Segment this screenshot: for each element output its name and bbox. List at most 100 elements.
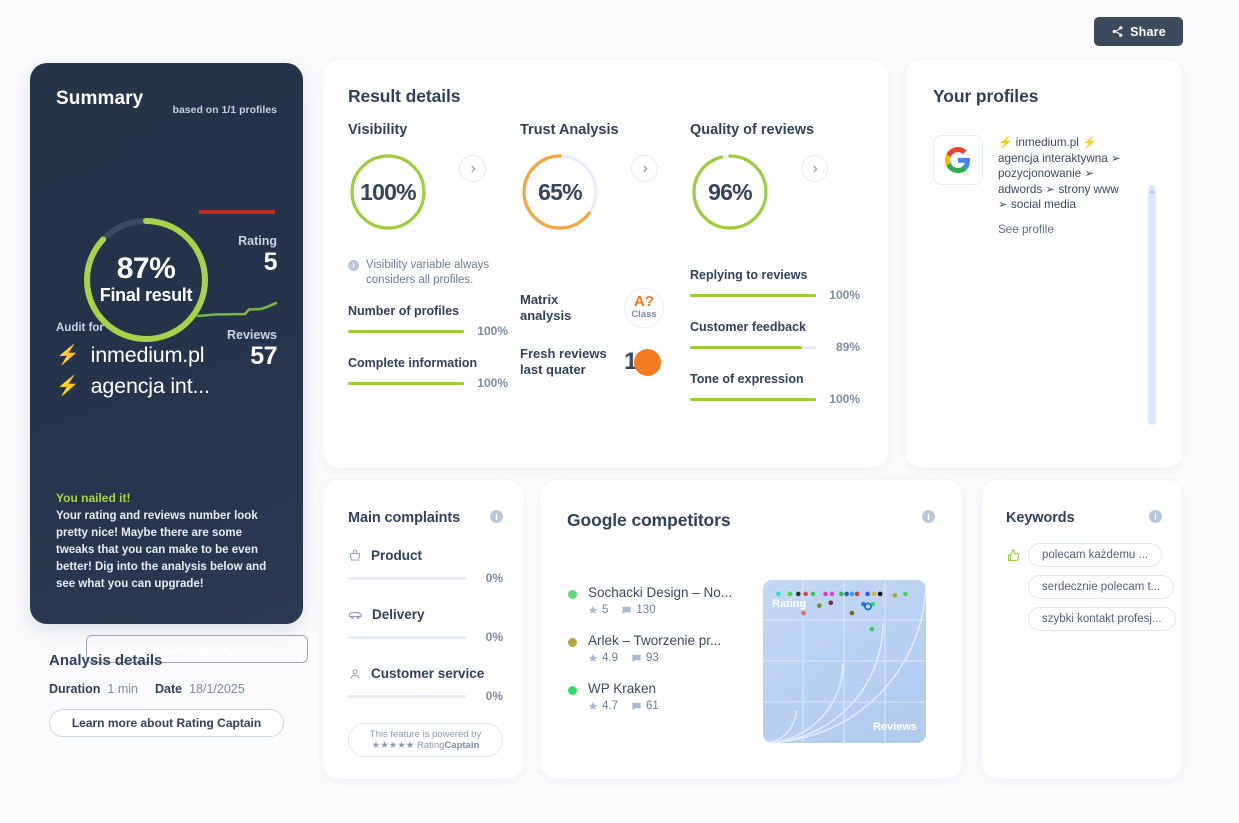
profiles-scrollbar[interactable]: [1148, 185, 1156, 425]
competitors-scatter-chart[interactable]: Rating Reviews: [763, 580, 926, 743]
your-profiles-card: Your profiles ⚡ inmedium.pl ⚡ agencja in…: [906, 60, 1182, 468]
scatter-point: [892, 593, 898, 598]
competitor-color-dot: [568, 590, 577, 599]
list-item[interactable]: WP Kraken 4.7 61: [568, 681, 732, 712]
learn-more-rating-captain-button[interactable]: Learn more about Rating Captain: [49, 709, 284, 737]
metric-value: 89%: [835, 340, 860, 354]
analysis-details-title: Analysis details: [49, 652, 163, 669]
thumbs-up-icon: [1007, 548, 1020, 561]
metric-value: 100%: [829, 288, 860, 302]
share-button[interactable]: Share: [1094, 17, 1183, 46]
caret-up-icon: [1149, 189, 1155, 194]
star-icon: [588, 653, 598, 662]
final-result-percent: 87%: [116, 251, 176, 285]
star-icon: [588, 701, 598, 710]
powered-brand-first: Rating: [416, 739, 445, 751]
scatter-x-label: Reviews: [873, 721, 917, 733]
keywords-card: Keywords i polecam każdemu ... serdeczni…: [982, 480, 1182, 779]
metric-label: Complete information: [348, 356, 478, 370]
info-icon[interactable]: i: [1149, 510, 1162, 523]
powered-stars: ★★★★★: [371, 739, 415, 751]
comment-icon: [632, 654, 641, 662]
info-icon[interactable]: i: [922, 510, 935, 523]
scatter-point: [903, 591, 908, 597]
competitor-reviews: 93: [631, 652, 659, 664]
metric-value: 100%: [829, 392, 860, 406]
audit-for-label: Audit for: [56, 322, 104, 334]
scatter-point: [776, 591, 781, 597]
fresh-reviews-blob: [634, 349, 661, 376]
rating-kpi: Rating 5: [238, 234, 278, 276]
google-logo-icon: [933, 135, 983, 185]
metric-value: 100%: [477, 324, 508, 338]
complaint-value: 0%: [485, 571, 503, 585]
complaint-value: 0%: [485, 630, 503, 644]
metric-bar: [690, 345, 816, 349]
powered-by-text: This feature is powered by: [369, 728, 482, 740]
info-icon[interactable]: i: [490, 510, 503, 523]
person-icon: [350, 668, 360, 679]
audit-name-1: inmedium.pl: [90, 343, 205, 367]
info-icon: i: [348, 260, 359, 271]
date-label: Date: [154, 682, 183, 696]
reviews-label: Reviews: [226, 328, 277, 342]
result-details-card: Result details Visibility 100% i Visibil…: [323, 60, 888, 468]
summary-based-on: based on 1/1 profiles: [172, 104, 277, 116]
audit-line-1: ⚡ inmedium.pl: [56, 343, 205, 368]
profile-row: ⚡ inmedium.pl ⚡ agencja interaktywna ➢ p…: [933, 135, 1160, 236]
matrix-class-caption: Class: [631, 309, 657, 321]
scatter-point: [829, 591, 835, 597]
competitor-rating: 5: [588, 604, 608, 616]
list-item[interactable]: Sochacki Design – No... 5 130: [568, 585, 732, 616]
list-item[interactable]: Arlek – Tworzenie pr... 4.9 93: [568, 633, 732, 664]
dashboard-page: Share Summary based on 1/1 profiles Rati…: [0, 0, 1239, 823]
star-icon: [588, 605, 598, 614]
scatter-point: [810, 591, 816, 597]
scatter-point: [787, 591, 793, 597]
visibility-ring: 100%: [348, 152, 428, 232]
competitor-name: WP Kraken: [588, 681, 657, 696]
matrix-class-grade: A?: [634, 293, 654, 311]
scatter-point: [828, 600, 834, 605]
metric-bar: [690, 293, 816, 297]
rating-label: Rating: [238, 234, 277, 248]
scatter-point: [882, 596, 887, 601]
competitor-color-dot: [568, 638, 577, 647]
scatter-point: [796, 591, 801, 597]
see-profile-link[interactable]: See profile: [998, 223, 1128, 236]
trust-title: Trust Analysis: [520, 122, 619, 138]
scatter-point: [817, 603, 822, 608]
scatter-point: [823, 591, 828, 597]
keyword-row-1: polecam każdemu ...: [1006, 543, 1163, 567]
duration-value: 1 min: [107, 682, 138, 696]
scatter-point: [865, 591, 870, 597]
powered-by-badge[interactable]: This feature is powered by ★★★★★ RatingC…: [348, 723, 503, 757]
rating-value: 5: [263, 247, 278, 276]
scatter-point: [877, 591, 883, 597]
bolt-icon: ⚡: [56, 345, 80, 366]
keywords-title: Keywords: [1006, 510, 1075, 526]
main-complaints-title: Main complaints: [348, 510, 461, 526]
competitor-name: Sochacki Design – No...: [588, 585, 733, 600]
visibility-details-button[interactable]: [459, 155, 486, 182]
trust-details-button[interactable]: [631, 155, 658, 182]
result-column-trust: Trust Analysis 65% Matrix analysis A? Cl…: [520, 122, 680, 378]
google-competitors-title: Google competitors: [567, 510, 731, 530]
competitor-color-dot: [568, 686, 577, 695]
metric-complete-information: Complete information 100%: [348, 356, 508, 390]
share-label: Share: [1130, 24, 1166, 39]
complaint-bar: [348, 694, 466, 698]
audit-line-2: ⚡ agencja int...: [56, 374, 210, 399]
scatter-point: [801, 610, 806, 616]
scatter-point: [803, 591, 808, 597]
keyword-pill[interactable]: serdecznie polecam t...: [1028, 575, 1175, 599]
metric-label: Tone of expression: [690, 372, 804, 386]
summary-card: Summary based on 1/1 profiles Rating 5 R…: [30, 63, 308, 663]
visibility-value: 100%: [360, 178, 416, 205]
analysis-details-meta: Duration 1 min Date 18/1/2025: [49, 682, 309, 696]
quality-details-button[interactable]: [801, 155, 828, 182]
keyword-pill[interactable]: szybki kontakt profesj...: [1028, 607, 1176, 631]
metric-replying-to-reviews: Replying to reviews 100%: [690, 268, 860, 302]
keyword-pill[interactable]: polecam każdemu ...: [1028, 543, 1163, 567]
verdict-title: You nailed it!: [56, 491, 131, 505]
